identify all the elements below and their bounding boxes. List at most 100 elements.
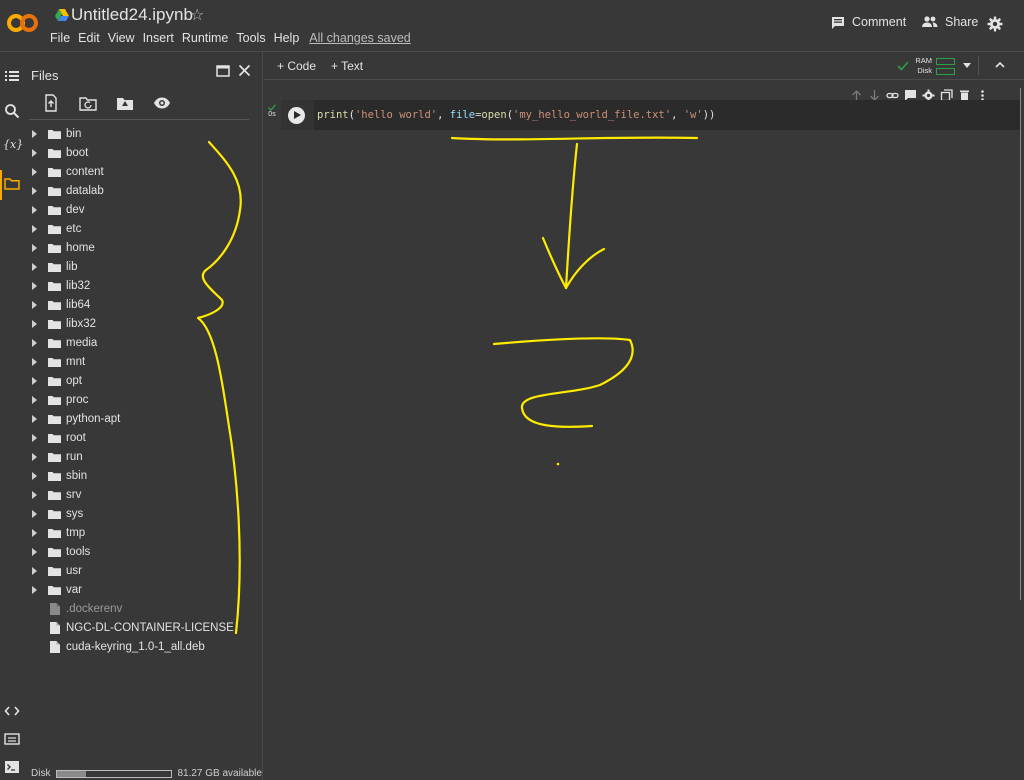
share-button[interactable]: Share [922, 15, 978, 29]
colab-logo-icon[interactable] [6, 12, 40, 34]
expand-arrow-icon[interactable] [32, 130, 37, 138]
folder-tmp[interactable]: tmp [22, 524, 262, 543]
folder-dev[interactable]: dev [22, 201, 262, 220]
expand-arrow-icon[interactable] [32, 358, 37, 366]
expand-arrow-icon[interactable] [32, 453, 37, 461]
expand-arrow-icon[interactable] [32, 377, 37, 385]
menu-view[interactable]: View [108, 31, 135, 45]
expand-arrow-icon[interactable] [32, 586, 37, 594]
folder-lib[interactable]: lib [22, 258, 262, 277]
folder-root[interactable]: root [22, 429, 262, 448]
add-code-button[interactable]: + Code [277, 59, 316, 73]
mount-drive-icon[interactable] [116, 94, 134, 112]
menu-help[interactable]: Help [274, 31, 300, 45]
folder-run[interactable]: run [22, 448, 262, 467]
file-ngc-dl-container-license[interactable]: NGC-DL-CONTAINER-LICENSE [22, 619, 262, 638]
folder-name: etc [66, 223, 82, 235]
expand-arrow-icon[interactable] [32, 472, 37, 480]
execution-time: 0s [268, 111, 276, 118]
folder-sys[interactable]: sys [22, 505, 262, 524]
open-in-new-window-icon[interactable] [216, 64, 230, 77]
drive-icon[interactable] [55, 9, 69, 21]
expand-arrow-icon[interactable] [32, 282, 37, 290]
folder-boot[interactable]: boot [22, 144, 262, 163]
menu-file[interactable]: File [50, 31, 70, 45]
scrollbar[interactable] [1020, 88, 1021, 600]
expand-arrow-icon[interactable] [32, 301, 37, 309]
expand-arrow-icon[interactable] [32, 263, 37, 271]
table-of-contents-icon[interactable] [4, 68, 20, 84]
folder-icon [48, 586, 61, 595]
expand-arrow-icon[interactable] [32, 491, 37, 499]
expand-arrow-icon[interactable] [32, 396, 37, 404]
search-icon[interactable] [4, 103, 20, 119]
folder-media[interactable]: media [22, 334, 262, 353]
expand-arrow-icon[interactable] [32, 187, 37, 195]
folder-content[interactable]: content [22, 163, 262, 182]
folder-etc[interactable]: etc [22, 220, 262, 239]
folder-libx32[interactable]: libx32 [22, 315, 262, 334]
file--dockerenv[interactable]: .dockerenv [22, 600, 262, 619]
folder-bin[interactable]: bin [22, 125, 262, 144]
run-cell-button[interactable] [288, 107, 305, 124]
refresh-folder-icon[interactable] [79, 94, 97, 112]
folder-icon [48, 510, 61, 519]
code-cell[interactable]: print('hello world', file=open('my_hello… [281, 100, 1021, 130]
save-status-link[interactable]: All changes saved [309, 31, 410, 45]
expand-arrow-icon[interactable] [32, 244, 37, 252]
folder-datalab[interactable]: datalab [22, 182, 262, 201]
expand-arrow-icon[interactable] [32, 339, 37, 347]
folder-python-apt[interactable]: python-apt [22, 410, 262, 429]
upload-file-icon[interactable] [42, 94, 60, 112]
notebook-title[interactable]: Untitled24.ipynb [71, 5, 193, 25]
folder-sbin[interactable]: sbin [22, 467, 262, 486]
folder-tools[interactable]: tools [22, 543, 262, 562]
folder-home[interactable]: home [22, 239, 262, 258]
menu-tools[interactable]: Tools [236, 31, 265, 45]
expand-arrow-icon[interactable] [32, 510, 37, 518]
variables-icon[interactable]: {x} [3, 138, 23, 154]
file-cuda-keyring-1-0-1-all-deb[interactable]: cuda-keyring_1.0-1_all.deb [22, 638, 262, 657]
expand-arrow-icon[interactable] [32, 529, 37, 537]
comment-button[interactable]: Comment [831, 15, 906, 29]
code-editor[interactable]: print('hello world', file=open('my_hello… [317, 109, 715, 121]
folder-name: srv [66, 489, 82, 501]
expand-arrow-icon[interactable] [32, 434, 37, 442]
caret-down-icon[interactable] [963, 63, 971, 68]
settings-gear-icon[interactable] [987, 16, 1003, 32]
close-icon[interactable] [238, 64, 251, 77]
command-palette-icon[interactable] [4, 731, 20, 747]
expand-arrow-icon[interactable] [32, 320, 37, 328]
folder-srv[interactable]: srv [22, 486, 262, 505]
folder-var[interactable]: var [22, 581, 262, 600]
people-icon [922, 16, 938, 27]
folder-lib32[interactable]: lib32 [22, 277, 262, 296]
expand-arrow-icon[interactable] [32, 548, 37, 556]
active-indicator [0, 170, 2, 200]
file-name: cuda-keyring_1.0-1_all.deb [66, 641, 205, 653]
show-hidden-files-icon[interactable] [153, 94, 171, 112]
menu-insert[interactable]: Insert [143, 31, 174, 45]
add-text-button[interactable]: + Text [331, 59, 363, 73]
code-snippets-icon[interactable] [4, 703, 20, 719]
folder-icon[interactable] [4, 176, 20, 192]
menu-runtime[interactable]: Runtime [182, 31, 229, 45]
expand-arrow-icon[interactable] [32, 225, 37, 233]
expand-arrow-icon[interactable] [32, 206, 37, 214]
menu-edit[interactable]: Edit [78, 31, 100, 45]
terminal-icon[interactable] [4, 759, 20, 775]
collapse-header-icon[interactable] [995, 61, 1005, 68]
folder-opt[interactable]: opt [22, 372, 262, 391]
connected-check-icon [897, 61, 909, 71]
folder-mnt[interactable]: mnt [22, 353, 262, 372]
folder-usr[interactable]: usr [22, 562, 262, 581]
expand-arrow-icon[interactable] [32, 149, 37, 157]
star-icon[interactable]: ☆ [190, 5, 204, 25]
folder-proc[interactable]: proc [22, 391, 262, 410]
expand-arrow-icon[interactable] [32, 168, 37, 176]
resources-indicator[interactable]: RAM Disk [912, 55, 955, 77]
expand-arrow-icon[interactable] [32, 567, 37, 575]
folder-icon [48, 130, 61, 139]
expand-arrow-icon[interactable] [32, 415, 37, 423]
folder-lib64[interactable]: lib64 [22, 296, 262, 315]
